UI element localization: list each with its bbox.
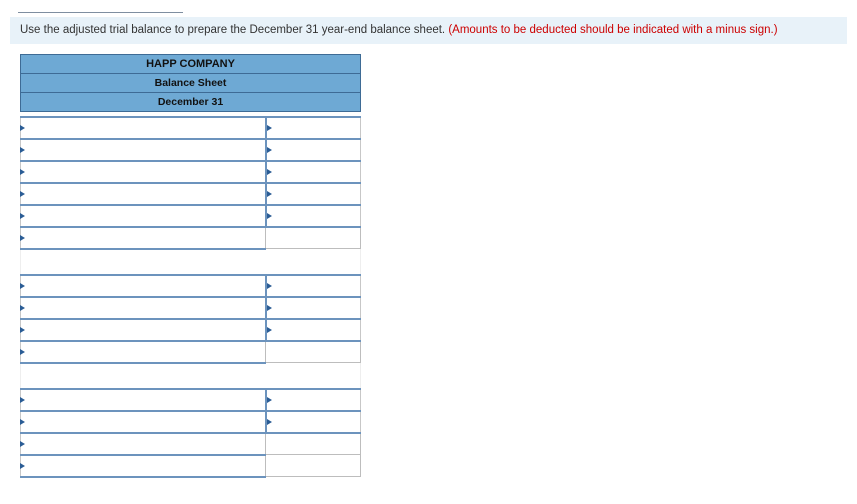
- dropdown-icon: [267, 419, 272, 425]
- amount-cell[interactable]: [266, 161, 361, 183]
- description-cell[interactable]: [21, 205, 266, 227]
- dropdown-icon: [267, 305, 272, 311]
- amount-total-cell: [266, 433, 361, 455]
- dropdown-icon: [20, 125, 25, 131]
- amount-cell[interactable]: [266, 389, 361, 411]
- amount-cell[interactable]: [266, 319, 361, 341]
- instruction-main: Use the adjusted trial balance to prepar…: [20, 24, 448, 36]
- dropdown-icon: [20, 147, 25, 153]
- company-name-header: HAPP COMPANY: [21, 54, 361, 73]
- dropdown-icon: [20, 463, 25, 469]
- description-cell[interactable]: [21, 183, 266, 205]
- dropdown-icon: [20, 213, 25, 219]
- dropdown-icon: [20, 169, 25, 175]
- statement-date-header: December 31: [21, 92, 361, 111]
- description-cell[interactable]: [21, 411, 266, 433]
- amount-cell[interactable]: [266, 139, 361, 161]
- description-cell[interactable]: [21, 117, 266, 139]
- description-cell[interactable]: [21, 227, 266, 249]
- dropdown-icon: [20, 441, 25, 447]
- dropdown-icon: [20, 283, 25, 289]
- description-cell[interactable]: [21, 139, 266, 161]
- amount-total-cell: [266, 227, 361, 249]
- dropdown-icon: [20, 191, 25, 197]
- description-cell[interactable]: [21, 297, 266, 319]
- amount-total-cell: [266, 455, 361, 477]
- description-cell[interactable]: [21, 389, 266, 411]
- dropdown-icon: [20, 235, 25, 241]
- dropdown-icon: [20, 419, 25, 425]
- balance-sheet-table: HAPP COMPANY Balance Sheet December 31: [20, 54, 361, 480]
- description-cell[interactable]: [21, 275, 266, 297]
- instruction-note: (Amounts to be deducted should be indica…: [448, 24, 777, 36]
- description-cell[interactable]: [21, 455, 266, 477]
- dropdown-icon: [267, 191, 272, 197]
- gap-row: [21, 249, 361, 275]
- amount-cell[interactable]: [266, 117, 361, 139]
- dropdown-icon: [267, 125, 272, 131]
- dropdown-icon: [267, 213, 272, 219]
- instruction-bar: Use the adjusted trial balance to prepar…: [10, 17, 847, 44]
- amount-cell[interactable]: [266, 275, 361, 297]
- tab-underline: [18, 0, 183, 13]
- description-cell[interactable]: [21, 161, 266, 183]
- dropdown-icon: [20, 305, 25, 311]
- dropdown-icon: [267, 147, 272, 153]
- amount-total-cell: [266, 341, 361, 363]
- gap-row: [21, 363, 361, 389]
- description-cell[interactable]: [21, 319, 266, 341]
- dropdown-icon: [20, 349, 25, 355]
- description-cell[interactable]: [21, 433, 266, 455]
- amount-cell[interactable]: [266, 297, 361, 319]
- amount-cell[interactable]: [266, 411, 361, 433]
- amount-cell[interactable]: [266, 183, 361, 205]
- description-cell[interactable]: [21, 341, 266, 363]
- dropdown-icon: [267, 169, 272, 175]
- dropdown-icon: [20, 327, 25, 333]
- dropdown-icon: [267, 283, 272, 289]
- dropdown-icon: [267, 327, 272, 333]
- dropdown-icon: [267, 397, 272, 403]
- statement-title-header: Balance Sheet: [21, 73, 361, 92]
- amount-cell[interactable]: [266, 205, 361, 227]
- dropdown-icon: [20, 397, 25, 403]
